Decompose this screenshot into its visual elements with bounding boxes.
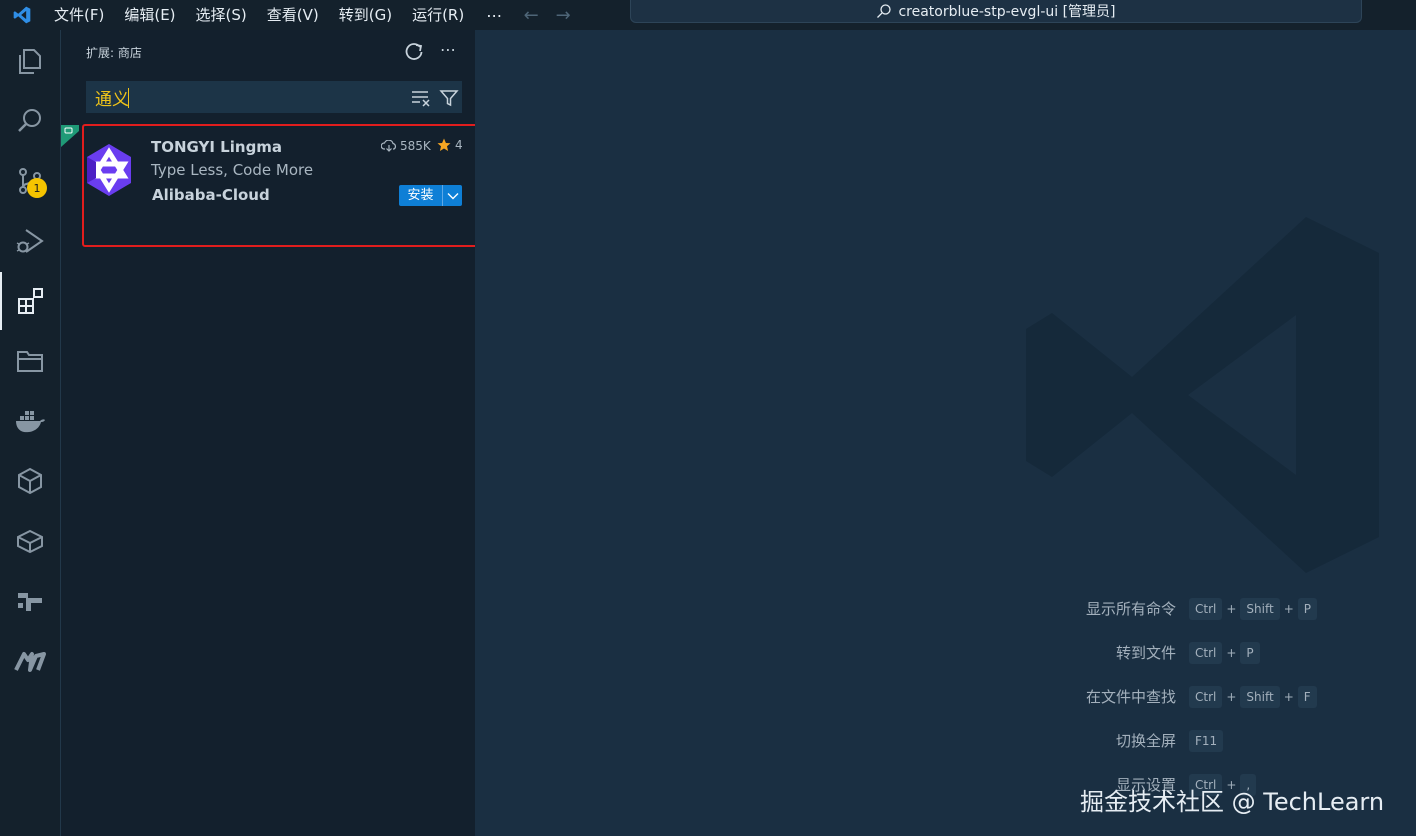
extensions-icon[interactable]: [0, 272, 60, 330]
search-icon[interactable]: [0, 92, 60, 150]
forward-arrow-icon[interactable]: →: [547, 5, 579, 26]
pre-release-marker-icon: [61, 125, 79, 147]
shortcut-toggle-fullscreen: 切换全屏 F11: [475, 730, 1416, 752]
search-icon: [877, 4, 892, 18]
refresh-icon[interactable]: [403, 41, 425, 63]
sidebar-title: 扩展: 商店: [86, 46, 142, 60]
editor-area: 显示所有命令 Ctrl + Shift + P 转到文件 Ctrl + P 在文…: [475, 30, 1416, 836]
key: P: [1240, 642, 1260, 664]
activity-bar: 1: [0, 30, 60, 836]
run-debug-icon[interactable]: [0, 212, 60, 270]
shortcut-label: 显示所有命令: [1085, 600, 1176, 618]
key: F: [1297, 686, 1317, 708]
key: Ctrl: [1189, 686, 1223, 708]
remote-explorer-icon[interactable]: [0, 332, 60, 390]
docker-icon[interactable]: [0, 392, 60, 450]
scm-badge: 1: [27, 178, 47, 198]
source-watermark: 掘金技术社区 @ TechLearn: [1080, 788, 1385, 816]
key: Shift: [1240, 598, 1280, 620]
more-actions-icon[interactable]: ⋯: [437, 40, 459, 62]
extension-search-box[interactable]: [86, 81, 462, 113]
box-icon[interactable]: [0, 512, 60, 570]
clear-search-results-icon[interactable]: [411, 89, 431, 107]
menu-run[interactable]: 运行(R): [402, 0, 474, 30]
menu-file[interactable]: 文件(F): [44, 0, 114, 30]
vscode-logo-icon: [0, 0, 44, 30]
highlight-annotation-box: [82, 124, 503, 247]
shortcut-label: 在文件中查找: [1085, 688, 1176, 706]
key: P: [1297, 598, 1318, 620]
key: Ctrl: [1189, 642, 1223, 664]
shortcut-label: 转到文件: [1115, 644, 1176, 662]
command-center-label: creatorblue-stp-evgl-ui [管理员]: [898, 4, 1116, 20]
package-icon[interactable]: [0, 452, 60, 510]
filter-icon[interactable]: [439, 88, 459, 108]
vscode-watermark-icon: [1024, 215, 1380, 575]
menu-view[interactable]: 查看(V): [257, 0, 329, 30]
mind-icon[interactable]: [0, 632, 60, 690]
shortcut-label: 切换全屏: [1115, 732, 1176, 750]
back-arrow-icon[interactable]: ←: [515, 5, 547, 26]
text-cursor: [128, 88, 129, 108]
explorer-icon[interactable]: [0, 32, 60, 90]
gitlens-icon[interactable]: [0, 572, 60, 630]
menu-go[interactable]: 转到(G): [329, 0, 402, 30]
command-center[interactable]: creatorblue-stp-evgl-ui [管理员]: [630, 0, 1362, 23]
shortcut-go-to-file: 转到文件 Ctrl + P: [475, 642, 1416, 664]
key: Ctrl: [1189, 598, 1223, 620]
shortcut-find-in-files: 在文件中查找 Ctrl + Shift + F: [475, 686, 1416, 708]
menu-more-icon[interactable]: ⋯: [474, 6, 515, 25]
shortcut-show-all-commands: 显示所有命令 Ctrl + Shift + P: [475, 598, 1416, 620]
title-bar: 文件(F) 编辑(E) 选择(S) 查看(V) 转到(G) 运行(R) ⋯ ← …: [0, 0, 1416, 30]
key: Shift: [1240, 686, 1280, 708]
extension-search-input[interactable]: [87, 82, 397, 112]
source-control-icon[interactable]: 1: [0, 152, 60, 210]
key: F11: [1189, 730, 1224, 752]
menu-edit[interactable]: 编辑(E): [114, 0, 185, 30]
menu-selection[interactable]: 选择(S): [186, 0, 257, 30]
